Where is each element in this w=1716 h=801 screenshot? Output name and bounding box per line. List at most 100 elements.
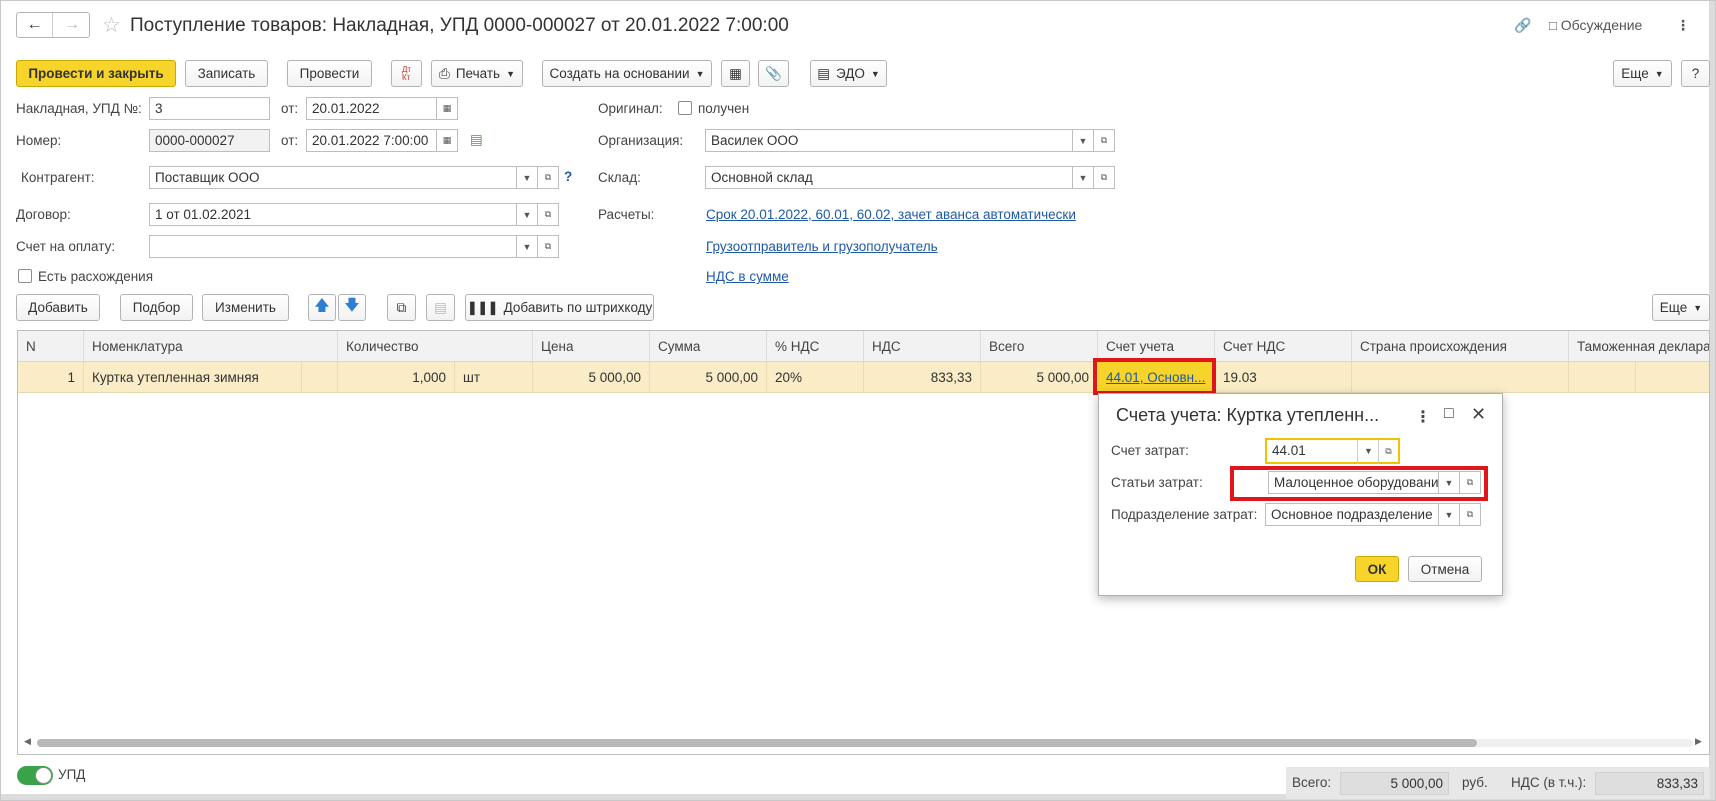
chevron-down-icon[interactable]: ▼ <box>516 166 538 189</box>
table-more-button[interactable]: Еще ▼ <box>1652 294 1710 321</box>
structure-button[interactable]: ▦ <box>721 60 750 87</box>
chevron-down-icon[interactable]: ▼ <box>1072 166 1094 189</box>
payment-invoice-label: Счет на оплату: <box>16 239 116 254</box>
vat-in-sum-link[interactable]: НДС в сумме <box>706 269 789 284</box>
open-icon[interactable]: ⧉ <box>537 203 559 226</box>
more-vertical-icon[interactable]: ⋮ <box>1415 407 1431 427</box>
column-header[interactable]: Таможенная деклара <box>1569 331 1709 362</box>
cell-vat[interactable]: 833,33 <box>864 362 981 392</box>
link-icon[interactable]: 🔗 <box>1514 17 1531 34</box>
maximize-icon[interactable]: □ <box>1444 405 1454 423</box>
settlements-link[interactable]: Срок 20.01.2022, 60.01, 60.02, зачет ава… <box>706 207 1076 222</box>
help-button[interactable]: ? <box>1681 60 1710 87</box>
counterparty-field[interactable]: Поставщик ООО <box>149 166 518 189</box>
cell-qty[interactable]: 1,000 <box>338 362 455 392</box>
chevron-down-icon[interactable]: ▼ <box>1072 129 1094 152</box>
column-header[interactable]: Цена <box>533 331 650 362</box>
original-received-checkbox[interactable] <box>678 101 692 115</box>
calendar-icon[interactable]: ▦ <box>436 97 458 120</box>
chevron-down-icon[interactable]: ▼ <box>1357 438 1379 464</box>
scroll-right-icon[interactable]: ▶ <box>1695 736 1702 747</box>
organization-field[interactable]: Василек ООО <box>705 129 1074 152</box>
number-date-field[interactable]: 20.01.2022 7:00:00 <box>306 129 437 152</box>
save-button[interactable]: Записать <box>185 60 268 87</box>
column-header[interactable]: Номенклатура <box>84 331 338 362</box>
open-icon[interactable]: ⧉ <box>537 235 559 258</box>
open-icon[interactable]: ⧉ <box>537 166 559 189</box>
add-by-barcode-button[interactable]: ❚❚❚ Добавить по штрихкоду <box>465 294 654 321</box>
create-based-on-button[interactable]: Создать на основании ▼ <box>542 60 712 87</box>
invoice-date-field[interactable]: 20.01.2022 <box>306 97 437 120</box>
add-row-button[interactable]: Добавить <box>16 294 100 321</box>
paste-button[interactable]: ▤ <box>426 294 455 321</box>
discussion-button[interactable]: □ Обсуждение <box>1549 17 1642 33</box>
move-down-button[interactable]: 🡇 <box>338 294 366 321</box>
more-vertical-icon[interactable]: ⋮ <box>1676 17 1690 34</box>
chevron-down-icon[interactable]: ▼ <box>516 235 538 258</box>
scrollbar-thumb[interactable] <box>37 739 1477 747</box>
cell-vat-account[interactable]: 19.03 <box>1215 362 1352 392</box>
change-button[interactable]: Изменить <box>202 294 289 321</box>
history-icon[interactable]: ▤ <box>470 132 483 148</box>
edo-button[interactable]: ▤ ЭДО ▼ <box>810 60 887 87</box>
more-button[interactable]: Еще ▼ <box>1613 60 1672 87</box>
move-up-button[interactable]: 🡅 <box>308 294 336 321</box>
dt-kt-button[interactable]: Дт Кт <box>391 60 422 87</box>
invoice-number-field[interactable]: 3 <box>149 97 270 120</box>
print-button[interactable]: ⎙ Печать ▼ <box>431 60 523 87</box>
chevron-down-icon[interactable]: ▼ <box>1438 503 1460 526</box>
star-icon[interactable]: ☆ <box>102 13 121 38</box>
open-icon[interactable]: ⧉ <box>1093 166 1115 189</box>
discrepancy-checkbox[interactable] <box>18 269 32 283</box>
open-icon[interactable]: ⧉ <box>1459 503 1481 526</box>
column-header[interactable]: НДС <box>864 331 981 362</box>
close-icon[interactable]: ✕ <box>1471 404 1486 425</box>
cancel-button[interactable]: Отмена <box>1408 556 1482 582</box>
help-icon[interactable]: ? <box>564 169 572 184</box>
contract-field[interactable]: 1 от 01.02.2021 <box>149 203 518 226</box>
cell-sum[interactable]: 5 000,00 <box>650 362 767 392</box>
copy-row-button[interactable]: ⧉ <box>387 294 416 321</box>
cell-customs-extra[interactable] <box>1636 362 1709 392</box>
chat-icon: □ <box>1549 18 1557 33</box>
cell-item[interactable]: Куртка утепленная зимняя <box>84 362 302 392</box>
cell-total[interactable]: 5 000,00 <box>981 362 1098 392</box>
horizontal-scrollbar[interactable] <box>37 739 1693 747</box>
cell-country[interactable] <box>1352 362 1569 392</box>
open-icon[interactable]: ⧉ <box>1378 438 1400 464</box>
column-header[interactable]: Страна происхождения <box>1352 331 1569 362</box>
attach-button[interactable]: 📎 <box>758 60 789 87</box>
cost-account-field[interactable]: 44.01 <box>1265 438 1359 464</box>
back-button[interactable]: ← <box>17 13 53 37</box>
column-header[interactable]: N <box>18 331 84 362</box>
upd-toggle[interactable] <box>17 766 53 785</box>
cell-n[interactable]: 1 <box>18 362 84 392</box>
cell-price[interactable]: 5 000,00 <box>533 362 650 392</box>
column-header[interactable]: Всего <box>981 331 1098 362</box>
calendar-icon[interactable]: ▦ <box>436 129 458 152</box>
forward-button[interactable]: → <box>54 13 90 37</box>
scroll-left-icon[interactable]: ◀ <box>24 736 31 747</box>
warehouse-field[interactable]: Основной склад <box>705 166 1074 189</box>
column-header[interactable]: Счет НДС <box>1215 331 1352 362</box>
chevron-down-icon[interactable]: ▼ <box>516 203 538 226</box>
cell-vat-rate[interactable]: 20% <box>767 362 864 392</box>
post-and-close-button[interactable]: Провести и закрыть <box>16 60 176 87</box>
ok-button[interactable]: ОК <box>1355 556 1399 582</box>
open-icon[interactable]: ⧉ <box>1093 129 1115 152</box>
edo-icon: ▤ <box>817 65 830 81</box>
column-header[interactable]: % НДС <box>767 331 864 362</box>
cell-customs[interactable] <box>1569 362 1636 392</box>
pick-button[interactable]: Подбор <box>120 294 193 321</box>
currency-label: руб. <box>1462 775 1488 790</box>
column-header[interactable]: Сумма <box>650 331 767 362</box>
shipper-link[interactable]: Грузоотправитель и грузополучатель <box>706 239 938 254</box>
cell-unit[interactable]: шт <box>455 362 533 392</box>
cell-characteristic[interactable] <box>302 362 338 392</box>
table-row[interactable]: 1 Куртка утепленная зимняя 1,000 шт 5 00… <box>18 362 1709 393</box>
cost-dept-field[interactable]: Основное подразделение <box>1265 503 1439 526</box>
number-field[interactable]: 0000-000027 <box>149 129 270 152</box>
post-button[interactable]: Провести <box>287 60 372 87</box>
column-header[interactable]: Количество <box>338 331 533 362</box>
payment-invoice-field[interactable] <box>149 235 518 258</box>
